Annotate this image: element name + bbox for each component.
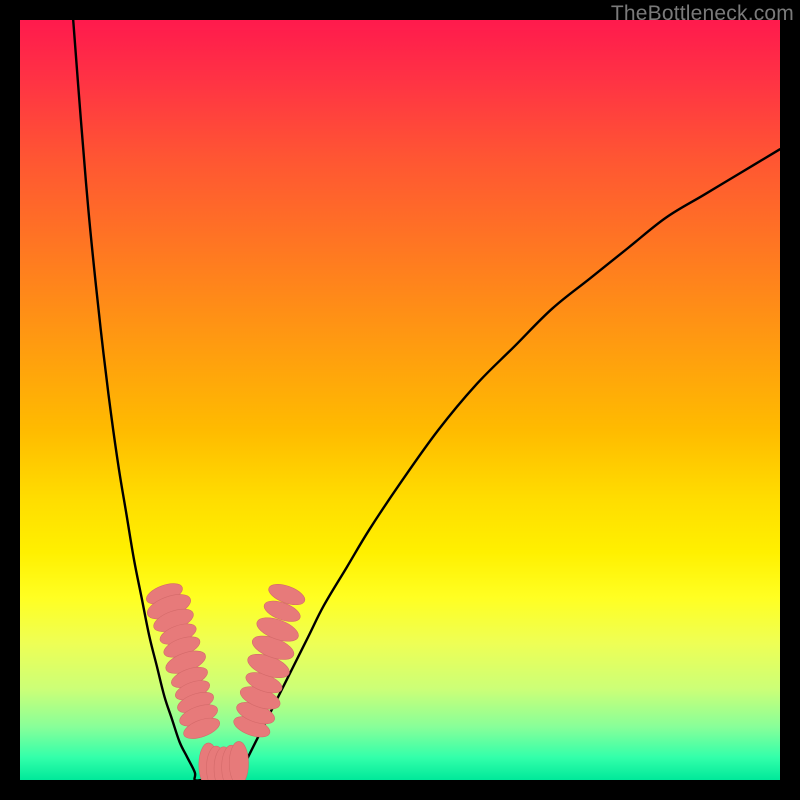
chart-frame: TheBottleneck.com xyxy=(0,0,800,800)
plot-area xyxy=(20,20,780,780)
chart-svg-layer xyxy=(20,20,780,780)
data-marker xyxy=(229,741,248,780)
watermark-text: TheBottleneck.com xyxy=(611,2,794,26)
